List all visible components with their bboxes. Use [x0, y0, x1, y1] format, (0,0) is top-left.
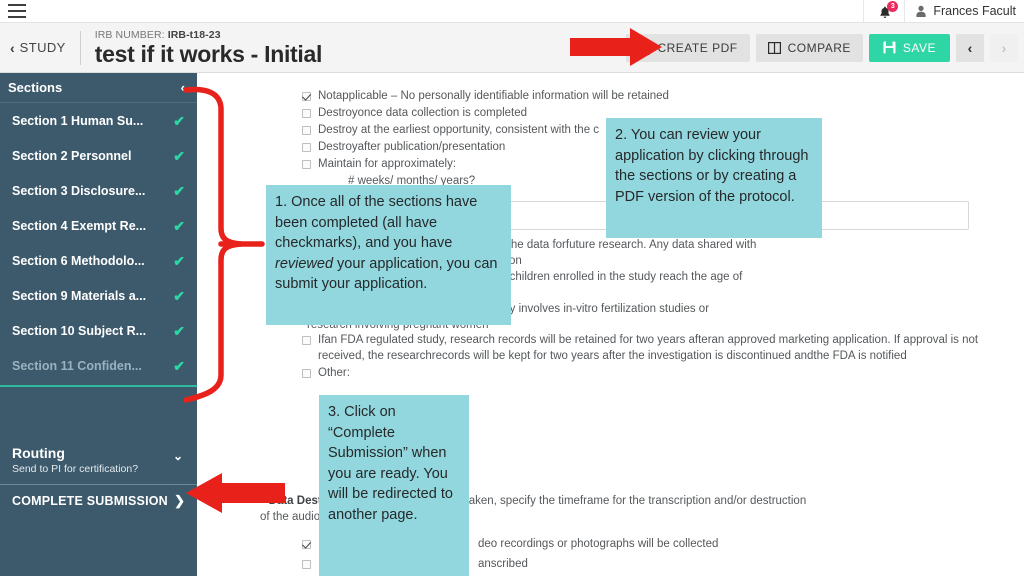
sidebar-header: Sections ‹	[0, 73, 197, 103]
irb-number-prefix: IRB NUMBER:	[94, 28, 168, 41]
callout-step-2: 2. You can review your application by cl…	[606, 118, 822, 238]
notifications-button[interactable]: 3	[863, 0, 904, 22]
checkbox-icon[interactable]	[302, 109, 311, 118]
sidebar-item-section-6[interactable]: Section 6 Methodolo... ✔	[0, 243, 197, 278]
checkbox-icon[interactable]	[302, 368, 311, 378]
sidebar-item-section-11[interactable]: Section 11 Confiden... ✔	[0, 348, 197, 383]
checkmark-icon: ✔	[173, 147, 185, 164]
sidebar-item-section-2[interactable]: Section 2 Personnel ✔	[0, 138, 197, 173]
checkmark-icon: ✔	[173, 252, 185, 269]
sidebar-item-label: Section 4 Exempt Re...	[12, 218, 147, 233]
checkbox-label: Destroyafter publication/presentation	[318, 141, 506, 153]
checkbox-label: Destroyonce data collection is completed	[318, 107, 528, 119]
callout-step-1-pre: 1. Once all of the sections have been co…	[275, 194, 478, 251]
irb-number-value: IRB-t18-23	[167, 28, 221, 41]
checkbox-icon[interactable]	[302, 540, 311, 549]
top-bar-right: 3 Frances Facult	[863, 0, 1024, 22]
hamburger-icon[interactable]	[8, 4, 26, 18]
save-label: SAVE	[902, 40, 936, 55]
previous-page-button[interactable]: ‹	[956, 33, 984, 62]
user-menu[interactable]: Frances Facult	[904, 0, 1024, 22]
sidebar-divider	[0, 385, 197, 387]
user-avatar-icon	[915, 5, 927, 18]
sidebar-title: Sections	[8, 80, 63, 95]
checkmark-icon: ✔	[173, 217, 185, 234]
checkbox-label: anscribed	[478, 557, 528, 570]
create-pdf-label: CREATE PDF	[657, 40, 738, 55]
checkbox-icon[interactable]	[302, 160, 311, 169]
sidebar-item-label: Section 10 Subject R...	[12, 323, 147, 338]
routing-title: Routing	[12, 445, 65, 461]
checkbox-icon[interactable]	[302, 336, 311, 345]
checkmark-icon: ✔	[173, 112, 185, 129]
data-destruction-label: Data Destr	[268, 495, 327, 507]
chevron-right-icon: ❯	[174, 493, 185, 508]
checkbox-label: Other:	[318, 366, 350, 379]
user-name-label: Frances Facult	[933, 4, 1016, 18]
checkmark-icon: ✔	[173, 287, 185, 304]
back-to-study-label: STUDY	[19, 40, 66, 55]
chevron-left-icon: ‹	[10, 39, 15, 56]
fda-checkbox-group: Ifan FDA regulated study, research recor…	[302, 333, 1002, 383]
callout-step-1-emphasis: reviewed	[275, 255, 334, 272]
checkbox-icon[interactable]	[302, 559, 311, 569]
complete-submission-button[interactable]: COMPLETE SUBMISSION ❯	[0, 484, 197, 517]
callout-step-1: 1. Once all of the sections have been co…	[266, 185, 511, 325]
irb-number: IRB NUMBER: IRB-t18-23	[95, 29, 322, 41]
compare-button[interactable]: COMPARE	[755, 33, 863, 62]
checkbox-label: Notapplicable – No personally identifiab…	[318, 90, 669, 102]
checkmark-icon: ✔	[173, 322, 185, 339]
sidebar-item-label: Section 9 Materials a...	[12, 288, 147, 303]
checkbox-label: Destroy at the earliest opportunity, con…	[318, 124, 600, 136]
back-to-study-button[interactable]: ‹ STUDY	[0, 30, 81, 65]
floppy-disk-icon	[883, 41, 896, 54]
sidebar-item-label: Section 1 Human Su...	[12, 113, 144, 128]
document-icon	[638, 40, 650, 55]
sidebar-item-label: Section 6 Methodolo...	[12, 253, 145, 268]
sidebar-item-section-10[interactable]: Section 10 Subject R... ✔	[0, 313, 197, 348]
complete-submission-label: COMPLETE SUBMISSION	[12, 494, 168, 508]
checkmark-icon: ✔	[173, 182, 185, 199]
header-actions: CREATE PDF COMPARE SAVE ‹ ›	[626, 33, 1024, 62]
checkbox-row[interactable]: Other:	[302, 366, 1002, 382]
checkbox-icon[interactable]	[302, 143, 311, 152]
next-page-button[interactable]: ›	[990, 33, 1018, 62]
sidebar-item-section-1[interactable]: Section 1 Human Su... ✔	[0, 103, 197, 138]
checkbox-row[interactable]: Ifan FDA regulated study, research recor…	[302, 333, 1002, 364]
checkbox-icon[interactable]	[302, 92, 311, 101]
page-header: ‹ STUDY IRB NUMBER: IRB-t18-23 test if i…	[0, 23, 1024, 73]
top-bar: 3 Frances Facult	[0, 0, 1024, 23]
required-asterisk-icon: ●	[260, 494, 266, 504]
sections-sidebar: Sections ‹ Section 1 Human Su... ✔ Secti…	[0, 73, 197, 576]
checkbox-icon[interactable]	[302, 126, 311, 135]
sidebar-item-section-3[interactable]: Section 3 Disclosure... ✔	[0, 173, 197, 208]
save-button[interactable]: SAVE	[868, 33, 950, 62]
checkbox-label: deo recordings or photographs will be co…	[478, 538, 719, 550]
page-title: test if it works - Initial	[94, 40, 323, 67]
compare-columns-icon	[767, 41, 781, 54]
sidebar-item-section-4[interactable]: Section 4 Exempt Re... ✔	[0, 208, 197, 243]
create-pdf-button[interactable]: CREATE PDF	[626, 33, 750, 62]
checkmark-icon: ✔	[173, 357, 185, 374]
checkbox-label: Maintain for approximately:	[318, 158, 457, 170]
checkbox-label: Ifan FDA regulated study, research recor…	[318, 334, 979, 362]
routing-section[interactable]: Routing Send to PI for certification? ⌄	[0, 439, 197, 484]
chevron-down-icon[interactable]: ⌄	[173, 449, 183, 463]
callout-step-3: 3. Click on “Complete Submission” when y…	[319, 395, 469, 576]
sidebar-item-section-9[interactable]: Section 9 Materials a... ✔	[0, 278, 197, 313]
compare-label: COMPARE	[787, 40, 851, 55]
sidebar-item-label: Section 2 Personnel	[12, 148, 132, 163]
sidebar-item-label: Section 3 Disclosure...	[12, 183, 146, 198]
sidebar-item-label: Section 11 Confiden...	[12, 358, 142, 373]
notification-badge: 3	[887, 1, 899, 12]
title-block: IRB NUMBER: IRB-t18-23 test if it works …	[81, 29, 323, 67]
routing-subtitle: Send to PI for certification?	[12, 463, 139, 475]
checkbox-row[interactable]: Notapplicable – No personally identifiab…	[302, 89, 1002, 105]
sidebar-collapse-icon[interactable]: ‹	[181, 80, 185, 95]
